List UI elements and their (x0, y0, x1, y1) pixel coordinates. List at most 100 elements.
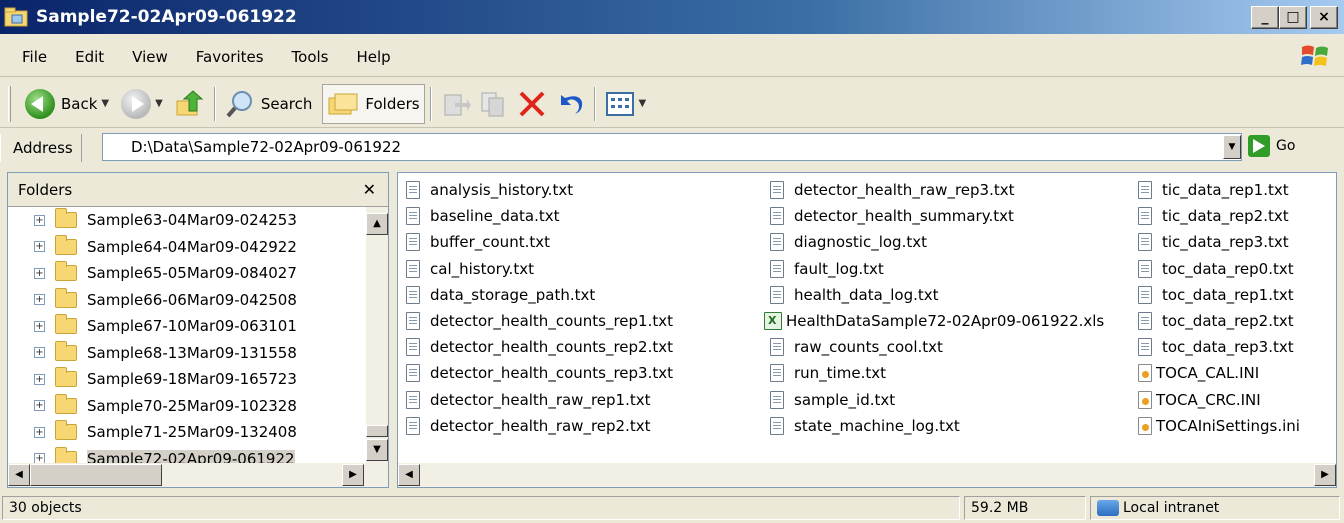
minimize-button[interactable]: _ (1251, 6, 1279, 29)
go-button[interactable]: Go (1248, 135, 1295, 157)
forward-dropdown-icon[interactable]: ▼ (155, 98, 163, 109)
forward-arrow-icon (121, 88, 152, 119)
tree-item[interactable]: + Sample64-04Mar09-042922 (8, 234, 366, 261)
file-item[interactable]: tic_data_rep1.txt (1138, 177, 1300, 203)
file-column-1: analysis_history.txt baseline_data.txt b… (406, 177, 673, 439)
delete-button[interactable] (513, 84, 551, 124)
file-item[interactable]: TOCAIniSettings.ini (1138, 413, 1300, 439)
file-item[interactable]: detector_health_summary.txt (770, 203, 1104, 229)
copy-to-icon (481, 92, 504, 116)
copy-to-button[interactable] (475, 84, 513, 124)
file-item[interactable]: data_storage_path.txt (406, 282, 673, 308)
file-item[interactable]: TOCA_CRC.INI (1138, 387, 1300, 413)
file-item[interactable]: toc_data_rep1.txt (1138, 282, 1300, 308)
file-item[interactable]: buffer_count.txt (406, 229, 673, 255)
folder-icon (55, 367, 77, 388)
tree-item[interactable]: + Sample70-25Mar09-102328 (8, 393, 366, 420)
file-item[interactable]: toc_data_rep2.txt (1138, 308, 1300, 334)
tree-item[interactable]: + Sample71-25Mar09-132408 (8, 419, 366, 446)
file-item[interactable]: tic_data_rep3.txt (1138, 229, 1300, 255)
menu-tools[interactable]: Tools (278, 48, 343, 66)
file-item[interactable]: state_machine_log.txt (770, 413, 1104, 439)
toolbar-grip[interactable] (8, 85, 11, 122)
tree-item[interactable]: + Sample63-04Mar09-024253 (8, 207, 366, 234)
scroll-down-icon[interactable]: ▼ (366, 439, 388, 461)
scroll-right-icon[interactable]: ▶ (1314, 464, 1336, 486)
address-dropdown-button[interactable]: ▼ (1223, 135, 1241, 159)
menu-edit[interactable]: Edit (61, 48, 118, 66)
menu-file[interactable]: File (0, 48, 61, 66)
tree-item[interactable]: + Sample66-06Mar09-042508 (8, 287, 366, 314)
file-item[interactable]: detector_health_counts_rep1.txt (406, 308, 673, 334)
ini-file-icon (1138, 364, 1152, 383)
move-to-button[interactable] (437, 84, 475, 124)
expand-icon[interactable]: + (34, 426, 45, 438)
file-item[interactable]: baseline_data.txt (406, 203, 673, 229)
file-item[interactable]: toc_data_rep3.txt (1138, 334, 1300, 360)
tree-item[interactable]: + Sample68-13Mar09-131558 (8, 340, 366, 367)
file-item[interactable]: tic_data_rep2.txt (1138, 203, 1300, 229)
back-button[interactable]: Back ▼ (21, 84, 117, 124)
expand-icon[interactable]: + (34, 294, 45, 306)
search-button[interactable]: Search (221, 84, 317, 124)
maximize-button[interactable]: □ (1279, 6, 1307, 29)
file-item[interactable]: detector_health_counts_rep3.txt (406, 360, 673, 386)
ini-file-icon (1138, 390, 1152, 409)
file-item[interactable]: fault_log.txt (770, 256, 1104, 282)
expand-icon[interactable]: + (34, 267, 45, 279)
scroll-thumb[interactable] (366, 425, 388, 437)
files-horizontal-scrollbar[interactable]: ◀ ▶ (398, 463, 1336, 487)
file-item[interactable]: analysis_history.txt (406, 177, 673, 203)
back-dropdown-icon[interactable]: ▼ (101, 98, 109, 109)
tree-item[interactable]: + Sample65-05Mar09-084027 (8, 260, 366, 287)
scroll-left-icon[interactable]: ◀ (398, 464, 420, 486)
expand-icon[interactable]: + (34, 241, 45, 253)
expand-icon[interactable]: + (34, 320, 45, 332)
address-input[interactable]: D:\Data\Sample72-02Apr09-061922 ▼ (102, 133, 1242, 161)
scroll-thumb[interactable] (30, 464, 162, 486)
status-bar: 30 objects 59.2 MB Local intranet (0, 494, 1344, 523)
menu-help[interactable]: Help (343, 48, 405, 66)
expand-icon[interactable]: + (34, 400, 45, 412)
file-item[interactable]: toc_data_rep0.txt (1138, 256, 1300, 282)
expand-icon[interactable]: + (34, 373, 45, 385)
text-file-icon (1138, 259, 1152, 278)
views-dropdown-icon[interactable]: ▼ (639, 98, 647, 109)
file-column-2: detector_health_raw_rep3.txt detector_he… (764, 177, 1104, 439)
window-title: Sample72-02Apr09-061922 (36, 7, 297, 27)
tree-item[interactable]: + Sample67-10Mar09-063101 (8, 313, 366, 340)
file-item[interactable]: detector_health_raw_rep3.txt (770, 177, 1104, 203)
folders-vertical-scrollbar[interactable]: ▲ ▼ (366, 207, 388, 463)
file-item[interactable]: run_time.txt (770, 360, 1104, 386)
folders-horizontal-scrollbar[interactable]: ◀ ▶ (8, 463, 388, 487)
undo-button[interactable] (551, 84, 589, 124)
scroll-left-icon[interactable]: ◀ (8, 464, 30, 486)
scroll-up-icon[interactable]: ▲ (366, 213, 388, 235)
title-bar[interactable]: Sample72-02Apr09-061922 _ □ × (0, 0, 1344, 34)
file-item[interactable]: HealthDataSample72-02Apr09-061922.xls (764, 308, 1104, 334)
forward-button[interactable]: ▼ (117, 84, 171, 124)
up-folder-button[interactable] (171, 84, 209, 124)
menu-view[interactable]: View (118, 48, 182, 66)
scroll-right-icon[interactable]: ▶ (342, 464, 364, 486)
file-item[interactable]: cal_history.txt (406, 256, 673, 282)
expand-icon[interactable]: + (34, 453, 45, 463)
tree-item[interactable]: + Sample69-18Mar09-165723 (8, 366, 366, 393)
expand-icon[interactable]: + (34, 214, 45, 226)
close-button[interactable]: × (1310, 6, 1338, 29)
file-item[interactable]: sample_id.txt (770, 387, 1104, 413)
file-item[interactable]: detector_health_raw_rep2.txt (406, 413, 673, 439)
file-item[interactable]: raw_counts_cool.txt (770, 334, 1104, 360)
views-button[interactable]: ▼ (601, 84, 655, 124)
tree-item-selected[interactable]: + Sample72-02Apr09-061922 (8, 446, 366, 463)
menu-favorites[interactable]: Favorites (182, 48, 278, 66)
file-item[interactable]: TOCA_CAL.INI (1138, 360, 1300, 386)
file-item[interactable]: detector_health_raw_rep1.txt (406, 387, 673, 413)
expand-icon[interactable]: + (34, 347, 45, 359)
close-pane-icon[interactable]: ✕ (363, 180, 376, 199)
file-item[interactable]: health_data_log.txt (770, 282, 1104, 308)
folders-button[interactable]: Folders (322, 83, 425, 124)
file-item[interactable]: detector_health_counts_rep2.txt (406, 334, 673, 360)
file-item[interactable]: diagnostic_log.txt (770, 229, 1104, 255)
text-file-icon (406, 390, 420, 409)
